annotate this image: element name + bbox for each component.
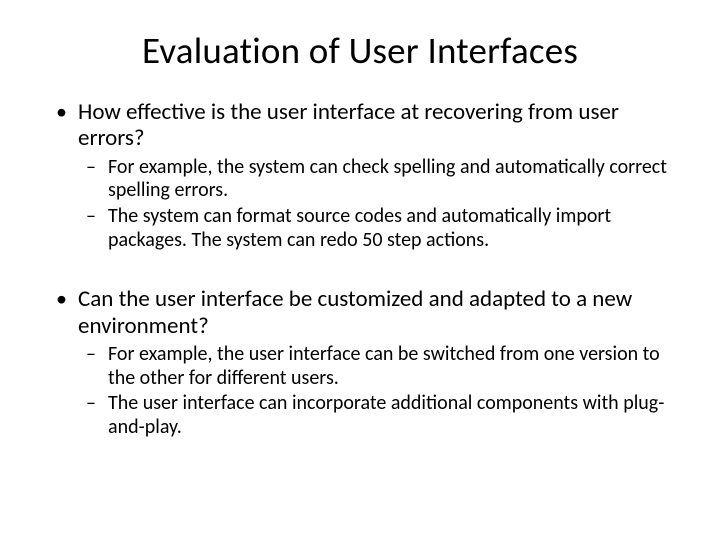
sub-bullet-list: For example, the system can check spelli… [78, 156, 672, 252]
bullet-item: Can the user interface be customized and… [48, 286, 672, 439]
bullet-text: How effective is the user interface at r… [78, 98, 619, 152]
sub-bullet-text: For example, the system can check spelli… [108, 155, 667, 203]
sub-bullet-item: For example, the user interface can be s… [78, 343, 672, 390]
spacer [48, 258, 672, 286]
bullet-text: Can the user interface be customized and… [78, 285, 632, 339]
sub-bullet-text: The user interface can incorporate addit… [108, 391, 664, 439]
slide: Evaluation of User Interfaces How effect… [0, 0, 720, 540]
sub-bullet-item: The user interface can incorporate addit… [78, 392, 672, 439]
sub-bullet-list: For example, the user interface can be s… [78, 343, 672, 439]
bullet-item: How effective is the user interface at r… [48, 99, 672, 252]
sub-bullet-text: For example, the user interface can be s… [108, 342, 660, 390]
sub-bullet-text: The system can format source codes and a… [108, 204, 611, 252]
sub-bullet-item: For example, the system can check spelli… [78, 156, 672, 203]
sub-bullet-item: The system can format source codes and a… [78, 205, 672, 252]
slide-title: Evaluation of User Interfaces [48, 28, 672, 73]
bullet-list: How effective is the user interface at r… [48, 99, 672, 252]
bullet-list: Can the user interface be customized and… [48, 286, 672, 439]
